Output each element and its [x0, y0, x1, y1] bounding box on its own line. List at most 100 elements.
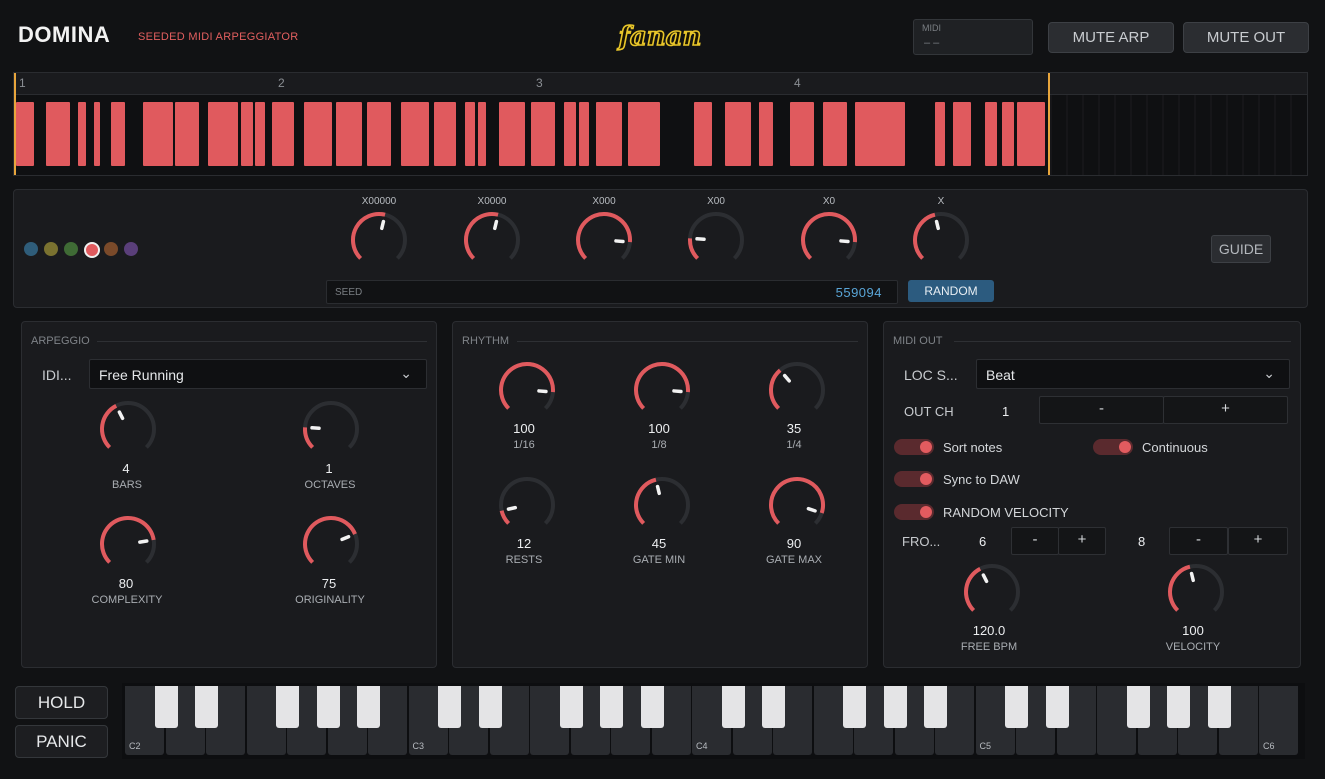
arpeggio-timeline[interactable]: 1 2 3 4: [13, 72, 1308, 176]
black-key[interactable]: [357, 686, 380, 728]
color-swatch[interactable]: [124, 242, 138, 256]
color-swatch[interactable]: [64, 242, 78, 256]
knob-dial: [688, 212, 744, 260]
knob-dial: [964, 564, 1020, 612]
knob-indicator: [782, 373, 791, 383]
black-key[interactable]: [154, 686, 178, 728]
black-key[interactable]: [600, 686, 623, 728]
knob-track: [688, 212, 744, 260]
app-title: DOMINA: [18, 22, 111, 47]
note-block: [367, 102, 391, 166]
knob-indicator: [138, 539, 149, 544]
out-ch-increment-button[interactable]: +: [1163, 396, 1288, 424]
color-swatch[interactable]: [104, 242, 118, 256]
black-key[interactable]: [1207, 686, 1231, 728]
note-block: [111, 102, 125, 166]
piano-keyboard[interactable]: C2 C3 C4 C5 C6: [122, 683, 1305, 759]
black-key[interactable]: [1126, 686, 1150, 728]
loop-end-marker[interactable]: [1048, 73, 1050, 175]
loop-start-marker[interactable]: [14, 73, 16, 175]
note-block: [401, 102, 429, 166]
mute-out-button[interactable]: MUTE OUT: [1183, 22, 1309, 53]
eighth-value: 100: [648, 421, 670, 436]
octave-label: C6: [1263, 741, 1275, 751]
seed-digit-knob[interactable]: [799, 210, 859, 275]
bars-knob[interactable]: [98, 399, 158, 464]
to-increment-button[interactable]: +: [1228, 527, 1288, 555]
black-key[interactable]: [1005, 686, 1028, 728]
seed-field[interactable]: SEED 559094: [326, 280, 898, 304]
originality-label: ORIGINALITY: [295, 594, 365, 606]
midi-label: MIDI: [922, 23, 941, 33]
knob-indicator: [839, 239, 850, 244]
black-key[interactable]: [843, 686, 866, 728]
seed-digit-knob[interactable]: [574, 210, 634, 275]
black-key[interactable]: [924, 686, 947, 728]
seed-digit-knob[interactable]: [911, 210, 971, 275]
from-decrement-button[interactable]: -: [1011, 527, 1059, 555]
black-key[interactable]: [762, 686, 785, 728]
gate-min-knob[interactable]: [632, 475, 692, 540]
seed-digit-label: X0: [822, 196, 836, 207]
black-key[interactable]: [559, 686, 583, 728]
from-increment-button[interactable]: +: [1058, 527, 1106, 555]
free-bpm-value: 120.0: [972, 623, 1006, 638]
idiom-value: Free Running: [99, 367, 184, 383]
eighth-knob[interactable]: [632, 360, 692, 425]
black-key[interactable]: [1167, 686, 1190, 728]
rests-label: RESTS: [505, 554, 543, 566]
note-block: [16, 102, 34, 166]
black-key[interactable]: [721, 686, 745, 728]
knob-dial: [464, 212, 520, 260]
note-block: [46, 102, 70, 166]
guide-button[interactable]: GUIDE: [1211, 235, 1271, 263]
brand-logo: fanan: [590, 16, 730, 56]
sixteenth-knob[interactable]: [497, 360, 557, 425]
color-swatch[interactable]: [44, 242, 58, 256]
knob-value-arc: [769, 477, 825, 525]
seed-digit-knob[interactable]: [462, 210, 522, 275]
gate-max-knob[interactable]: [767, 475, 827, 540]
black-key[interactable]: [640, 686, 664, 728]
idiom-dropdown[interactable]: Free Running ⌄: [89, 359, 427, 389]
free-bpm-knob[interactable]: [962, 562, 1022, 627]
black-key[interactable]: [478, 686, 502, 728]
out-ch-value: 1: [1002, 404, 1010, 419]
quarter-knob[interactable]: [767, 360, 827, 425]
sync-daw-toggle[interactable]: [894, 471, 934, 487]
random-seed-button[interactable]: RANDOM: [908, 280, 994, 302]
black-key[interactable]: [195, 686, 218, 728]
arpeggio-section: ARPEGGIO IDI... Free Running ⌄: [21, 321, 437, 668]
complexity-knob[interactable]: [98, 514, 158, 579]
color-swatch[interactable]: [24, 242, 38, 256]
panic-button[interactable]: PANIC: [15, 725, 108, 758]
midi-out-section: MIDI OUT LOC S... Beat ⌄ OUT CH 1 - + So…: [883, 321, 1301, 668]
mute-arp-button[interactable]: MUTE ARP: [1048, 22, 1174, 53]
originality-knob[interactable]: [301, 514, 361, 579]
knob-value-arc: [913, 212, 936, 260]
note-block: [790, 102, 814, 166]
black-key[interactable]: [316, 686, 340, 728]
seed-digit-knob[interactable]: [349, 210, 409, 275]
black-key[interactable]: [883, 686, 907, 728]
seed-digit-knob[interactable]: [686, 210, 746, 275]
black-key[interactable]: [438, 686, 461, 728]
octaves-knob[interactable]: [301, 399, 361, 464]
knob-indicator: [672, 389, 683, 394]
velocity-knob[interactable]: [1166, 562, 1226, 627]
sort-notes-toggle[interactable]: [894, 439, 934, 455]
black-key[interactable]: [276, 686, 299, 728]
hold-button[interactable]: HOLD: [15, 686, 108, 719]
random-velocity-toggle[interactable]: [894, 504, 934, 520]
color-swatch-selected[interactable]: [84, 242, 100, 258]
out-ch-decrement-button[interactable]: -: [1039, 396, 1164, 424]
white-key[interactable]: C6: [1259, 686, 1298, 755]
note-block: [478, 102, 486, 166]
rests-knob[interactable]: [497, 475, 557, 540]
seed-digit-label: X000: [592, 196, 616, 207]
to-decrement-button[interactable]: -: [1169, 527, 1228, 555]
loc-dropdown[interactable]: Beat ⌄: [976, 359, 1290, 389]
black-key[interactable]: [1045, 686, 1069, 728]
continuous-toggle[interactable]: [1093, 439, 1133, 455]
rests-value: 12: [516, 536, 532, 551]
